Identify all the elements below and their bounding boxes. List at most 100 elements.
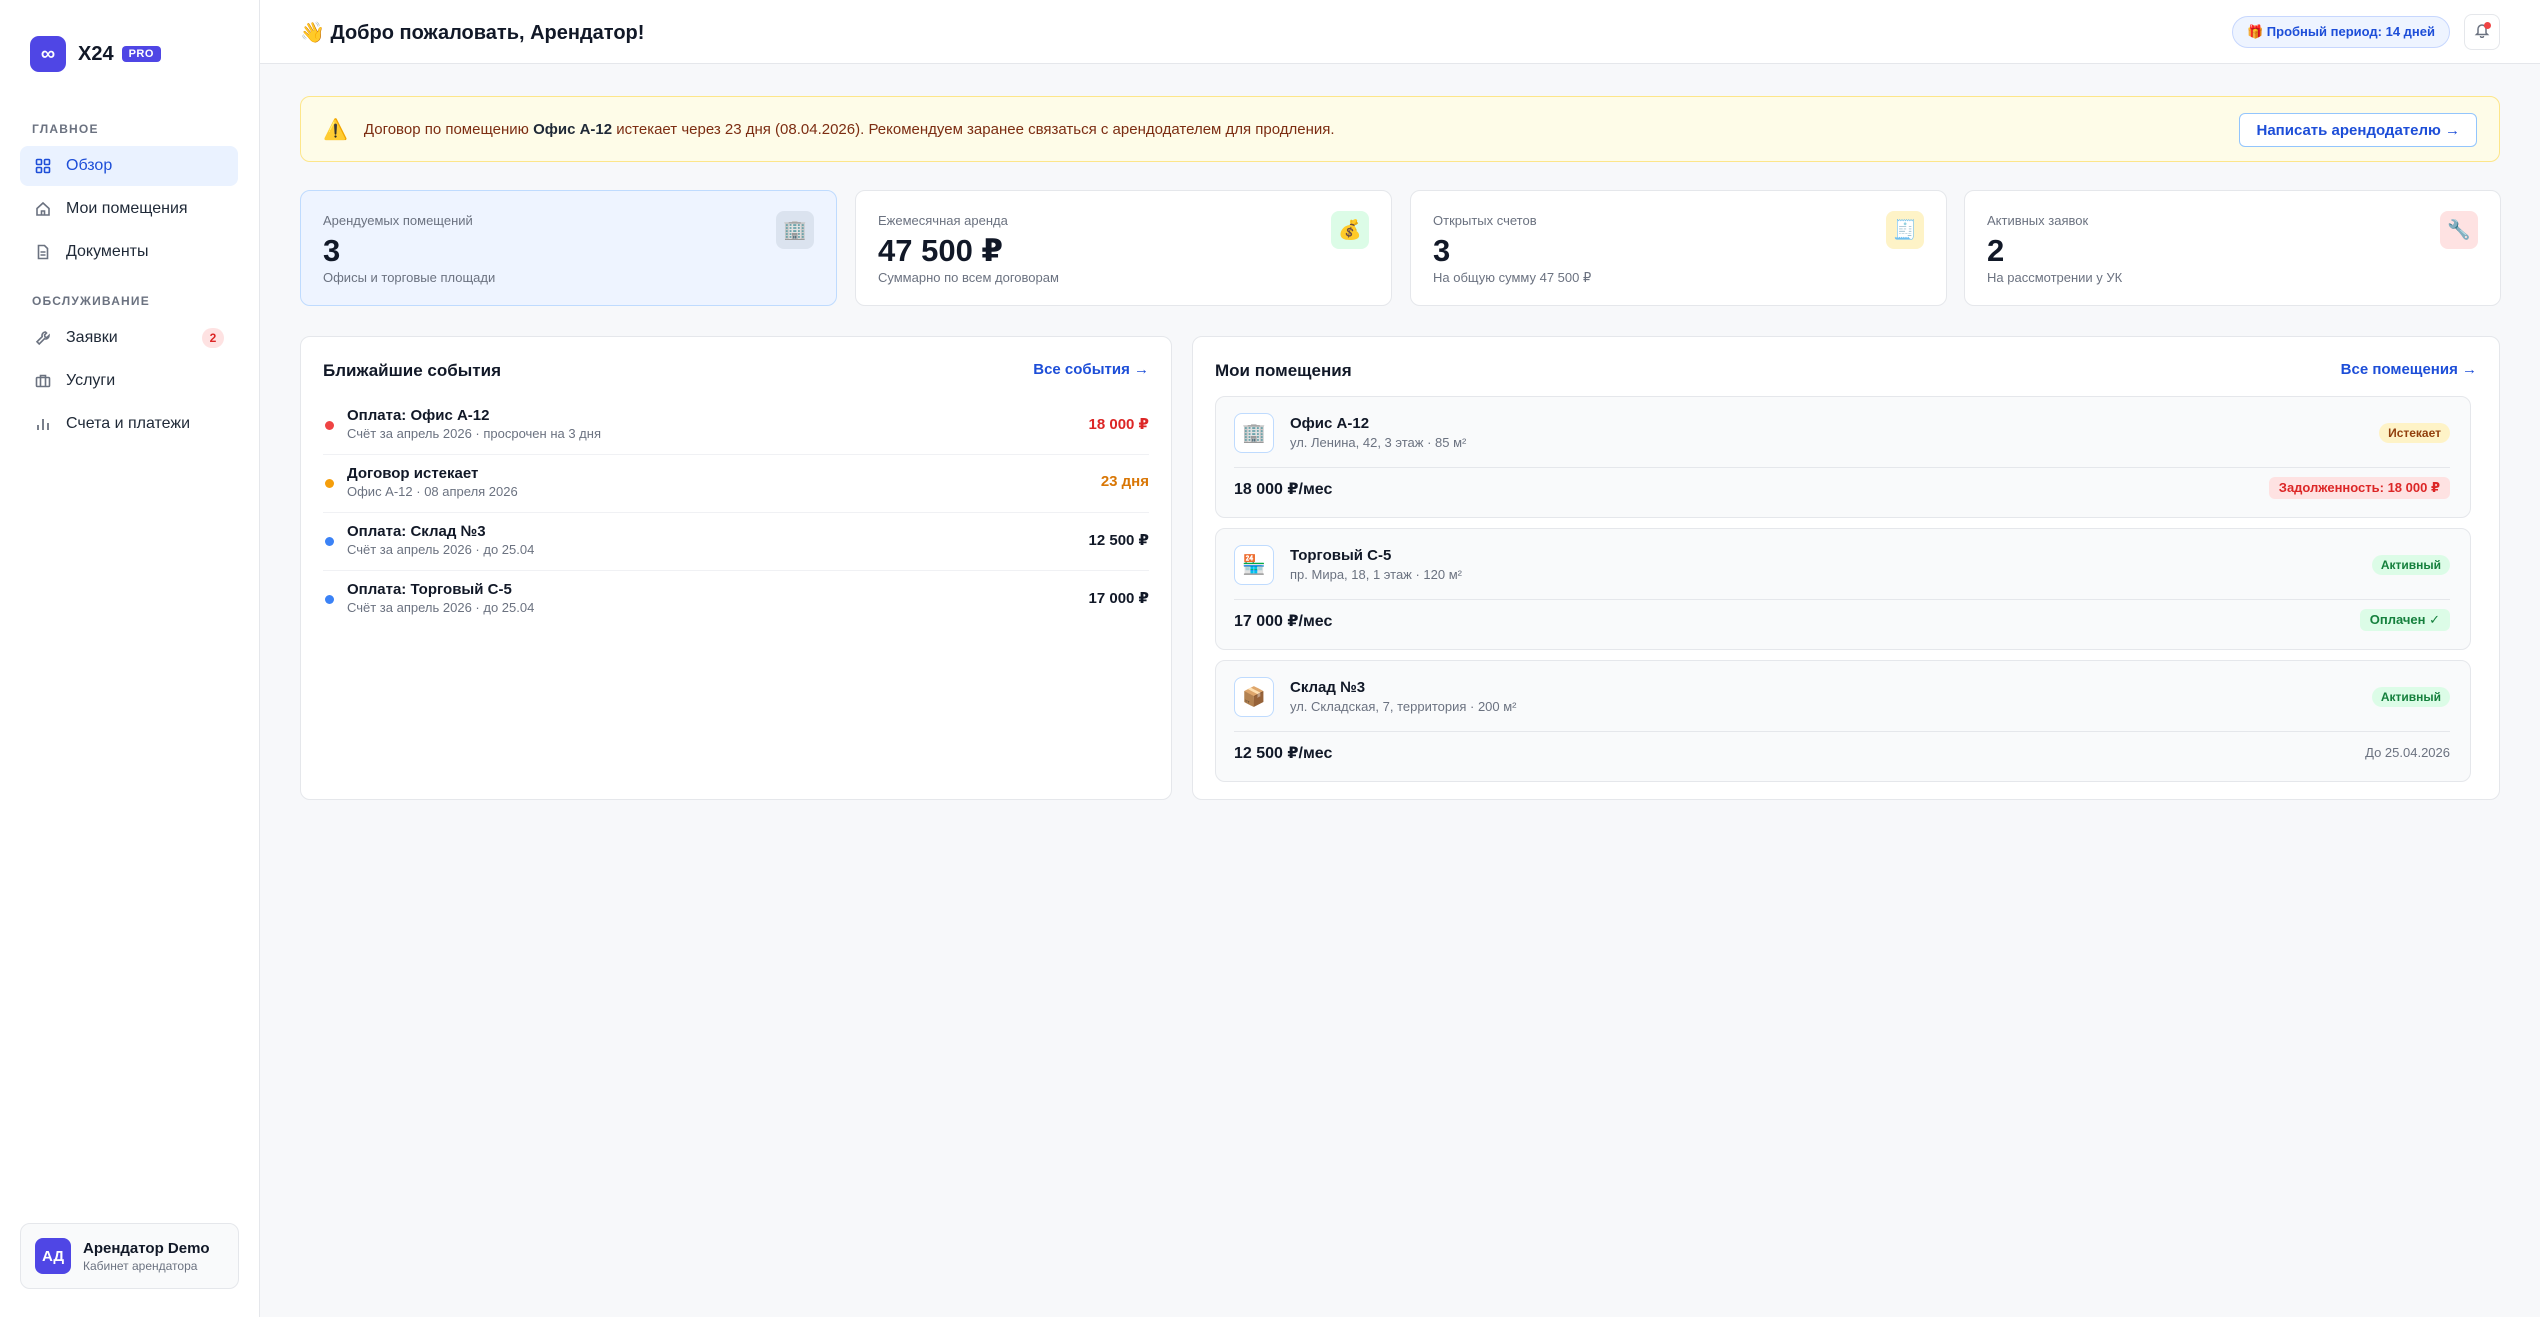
event-item[interactable]: Оплата: Торговый С-5 Счёт за апрель 2026… bbox=[323, 571, 1149, 629]
my-premises-panel: Мои помещения Все помещения → 🏢 Офис А-1… bbox=[1192, 336, 2500, 800]
premise-name: Склад №3 bbox=[1290, 679, 1366, 696]
brand-pro-badge: PRO bbox=[121, 46, 161, 62]
nav-section-main: ГЛАВНОЕ bbox=[32, 122, 99, 136]
contract-end-date: До 25.04.2026 bbox=[2365, 744, 2450, 760]
status-badge: Активный bbox=[2371, 555, 2450, 575]
stat-label: Арендуемых помещений bbox=[323, 213, 473, 228]
event-amount: 17 000 ₽ bbox=[1088, 590, 1149, 607]
home-icon bbox=[34, 200, 52, 218]
stat-sub: На общую сумму 47 500 ₽ bbox=[1433, 270, 1592, 285]
brand-name: X24 bbox=[78, 42, 114, 65]
stat-card-monthly-rent[interactable]: Ежемесячная аренда 47 500 ₽ Суммарно по … bbox=[855, 190, 1392, 306]
event-item[interactable]: Оплата: Склад №3 Счёт за апрель 2026 · д… bbox=[323, 513, 1149, 571]
warning-icon: ⚠️ bbox=[323, 118, 348, 141]
building-icon: 🏢 bbox=[1234, 413, 1274, 453]
sidebar-item-label: Заявки bbox=[66, 329, 118, 346]
alert-text-before: Договор по помещению bbox=[363, 120, 534, 138]
event-status-dot bbox=[325, 595, 334, 604]
nav-section-service: ОБСЛУЖИВАНИЕ bbox=[32, 294, 150, 308]
user-info: Арендатор Demo Кабинет арендатора bbox=[83, 1240, 210, 1273]
divider bbox=[1234, 599, 2450, 600]
user-card[interactable]: АД Арендатор Demo Кабинет арендатора bbox=[20, 1223, 239, 1289]
trial-badge[interactable]: 🎁 Пробный период: 14 дней bbox=[2232, 16, 2450, 48]
premise-address: ул. Ленина, 42, 3 этаж · 85 м² bbox=[1290, 435, 1467, 450]
sidebar-item-label: Обзор bbox=[66, 157, 113, 174]
premise-address: ул. Складская, 7, территория · 200 м² bbox=[1290, 699, 1517, 714]
sidebar-item-label: Услуги bbox=[66, 372, 116, 389]
sidebar-item-label: Мои помещения bbox=[66, 200, 188, 217]
event-sub: Счёт за апрель 2026 · до 25.04 bbox=[347, 542, 535, 557]
alert-text-bold: Офис А-12 bbox=[533, 120, 613, 138]
bar-chart-icon bbox=[34, 415, 52, 433]
status-badge: Активный bbox=[2371, 687, 2450, 707]
stat-label: Ежемесячная аренда bbox=[878, 213, 1008, 228]
event-sub: Счёт за апрель 2026 · просрочен на 3 дня bbox=[347, 426, 601, 441]
stat-value: 2 bbox=[1987, 233, 2005, 268]
notifications-button[interactable] bbox=[2464, 14, 2500, 50]
panel-title: Мои помещения bbox=[1215, 361, 1352, 380]
user-name: Арендатор Demo bbox=[83, 1239, 210, 1257]
contact-landlord-button[interactable]: Написать арендодателю → bbox=[2239, 113, 2477, 147]
premise-name: Офис А-12 bbox=[1290, 415, 1370, 432]
event-title: Договор истекает bbox=[347, 465, 479, 482]
store-icon: 🏪 bbox=[1234, 545, 1274, 585]
sidebar-item-requests[interactable]: Заявки 2 bbox=[20, 318, 238, 358]
event-sub: Счёт за апрель 2026 · до 25.04 bbox=[347, 600, 535, 615]
sidebar-item-documents[interactable]: Документы bbox=[20, 232, 238, 272]
event-title: Оплата: Торговый С-5 bbox=[347, 581, 512, 598]
stat-label: Открытых счетов bbox=[1433, 213, 1537, 228]
stat-value: 47 500 ₽ bbox=[878, 233, 1003, 268]
all-premises-link[interactable]: Все помещения → bbox=[2341, 361, 2477, 378]
sidebar-item-services[interactable]: Услуги bbox=[20, 361, 238, 401]
event-title: Оплата: Офис А-12 bbox=[347, 407, 490, 424]
stat-value: 3 bbox=[323, 233, 341, 268]
package-icon: 📦 bbox=[1234, 677, 1274, 717]
wrench-icon: 🔧 bbox=[2440, 211, 2478, 249]
event-amount: 12 500 ₽ bbox=[1088, 532, 1149, 549]
premise-rent: 17 000 ₽/мес bbox=[1234, 613, 1333, 630]
event-sub: Офис А-12 · 08 апреля 2026 bbox=[347, 484, 518, 499]
brand-logo-icon: ∞ bbox=[30, 36, 66, 72]
event-item[interactable]: Оплата: Офис А-12 Счёт за апрель 2026 · … bbox=[323, 397, 1149, 455]
premise-card-warehouse-3[interactable]: 📦 Склад №3 ул. Складская, 7, территория … bbox=[1215, 660, 2471, 782]
panel-title: Ближайшие события bbox=[323, 361, 501, 380]
building-icon: 🏢 bbox=[776, 211, 814, 249]
sidebar-item-label: Документы bbox=[66, 243, 149, 260]
stat-label: Активных заявок bbox=[1987, 213, 2089, 228]
event-status-dot bbox=[325, 421, 334, 430]
sidebar-item-label: Счета и платежи bbox=[66, 415, 191, 432]
premise-card-office-a12[interactable]: 🏢 Офис А-12 ул. Ленина, 42, 3 этаж · 85 … bbox=[1215, 396, 2471, 518]
premise-address: пр. Мира, 18, 1 этаж · 120 м² bbox=[1290, 567, 1462, 582]
document-icon bbox=[34, 243, 52, 261]
user-role: Кабинет арендатора bbox=[83, 1258, 198, 1273]
stat-sub: На рассмотрении у УК bbox=[1987, 270, 2123, 285]
divider bbox=[1234, 467, 2450, 468]
top-header: 👋 Добро пожаловать, Арендатор! 🎁 Пробный… bbox=[260, 0, 2540, 64]
receipt-icon: 🧾 bbox=[1886, 211, 1924, 249]
event-status-dot bbox=[325, 479, 334, 488]
stat-card-active-requests[interactable]: Активных заявок 2 На рассмотрении у УК 🔧 bbox=[1964, 190, 2501, 306]
sidebar-item-overview[interactable]: Обзор bbox=[20, 146, 238, 186]
stat-sub: Офисы и торговые площади bbox=[323, 270, 496, 285]
premise-card-retail-c5[interactable]: 🏪 Торговый С-5 пр. Мира, 18, 1 этаж · 12… bbox=[1215, 528, 2471, 650]
contract-expiry-alert: ⚠️ Договор по помещению Офис А-12 истека… bbox=[300, 96, 2500, 162]
alert-text: Договор по помещению Офис А-12 истекает … bbox=[364, 121, 1335, 138]
notification-dot bbox=[2484, 22, 2491, 29]
paid-badge: Оплачен ✓ bbox=[2359, 609, 2450, 631]
brand[interactable]: ∞ X24 PRO bbox=[30, 36, 161, 72]
requests-count-badge: 2 bbox=[202, 328, 224, 348]
upcoming-events-panel: Ближайшие события Все события → Оплата: … bbox=[300, 336, 1172, 800]
debt-badge: Задолженность: 18 000 ₽ bbox=[2268, 477, 2450, 499]
all-events-link[interactable]: Все события → bbox=[1033, 361, 1149, 378]
wrench-icon bbox=[34, 329, 52, 347]
stat-card-premises[interactable]: Арендуемых помещений 3 Офисы и торговые … bbox=[300, 190, 837, 306]
premise-rent: 12 500 ₽/мес bbox=[1234, 745, 1333, 762]
stat-card-open-invoices[interactable]: Открытых счетов 3 На общую сумму 47 500 … bbox=[1410, 190, 1947, 306]
premise-name: Торговый С-5 bbox=[1290, 547, 1392, 564]
premise-rent: 18 000 ₽/мес bbox=[1234, 481, 1333, 498]
status-badge: Истекает bbox=[2379, 423, 2450, 443]
sidebar-item-my-premises[interactable]: Мои помещения bbox=[20, 189, 238, 229]
stat-value: 3 bbox=[1433, 233, 1451, 268]
sidebar-item-invoices[interactable]: Счета и платежи bbox=[20, 404, 238, 444]
event-item[interactable]: Договор истекает Офис А-12 · 08 апреля 2… bbox=[323, 455, 1149, 513]
